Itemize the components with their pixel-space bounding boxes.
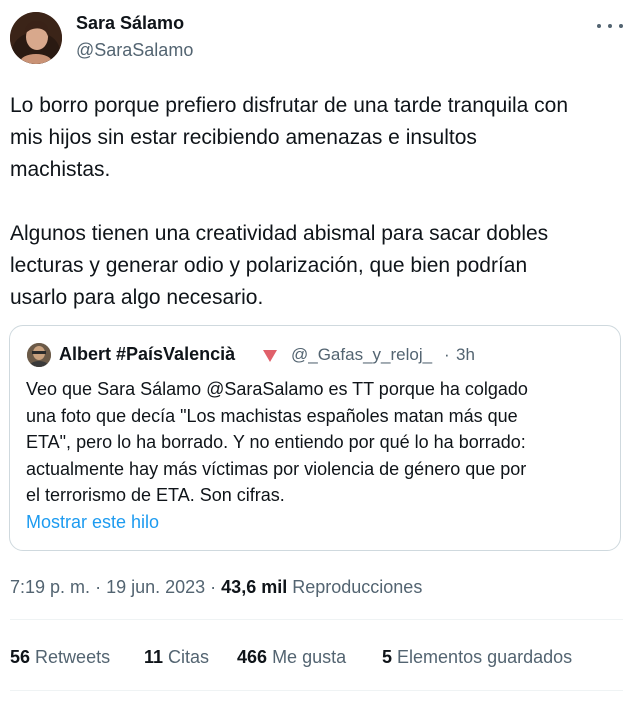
quotes-label: Citas xyxy=(168,647,210,667)
tweet-time[interactable]: 7:19 p. m. xyxy=(10,577,90,597)
quote-author-name: Albert #PaísValencià xyxy=(59,344,236,364)
quotes-count: 11 xyxy=(144,647,164,667)
retweets-count: 56 xyxy=(10,647,31,667)
likes-label: Me gusta xyxy=(272,647,347,667)
retweets-stat[interactable]: 56 Retweets xyxy=(10,647,110,668)
bookmarks-label: Elementos guardados xyxy=(397,647,573,667)
meta-separator: · xyxy=(210,577,222,597)
red-triangle-icon xyxy=(263,349,277,367)
quoted-tweet[interactable]: Albert #PaísValencià @_Gafas_y_reloj_ · … xyxy=(9,325,621,551)
quote-timestamp: 3h xyxy=(456,345,475,364)
divider xyxy=(10,690,623,691)
views-label: Reproducciones xyxy=(292,577,423,597)
divider xyxy=(10,619,623,620)
likes-count: 466 xyxy=(237,647,268,667)
quote-separator: · xyxy=(444,345,450,364)
tweet-meta: 7:19 p. m. · 19 jun. 2023 · 43,6 mil Rep… xyxy=(10,577,422,598)
bookmarks-count: 5 xyxy=(382,647,393,667)
more-dot xyxy=(608,24,612,28)
quotes-stat[interactable]: 11 Citas xyxy=(144,647,209,668)
tweet-date[interactable]: 19 jun. 2023 xyxy=(106,577,205,597)
tweet-text: Lo borro porque prefiero disfrutar de un… xyxy=(10,94,569,309)
author-avatar[interactable] xyxy=(10,12,62,64)
retweets-label: Retweets xyxy=(35,647,111,667)
likes-stat[interactable]: 466 Me gusta xyxy=(237,647,346,668)
author-name[interactable]: Sara Sálamo xyxy=(76,13,184,34)
views-count: 43,6 mil xyxy=(221,577,288,597)
more-dot xyxy=(619,24,623,28)
more-dot xyxy=(597,24,601,28)
quote-author-handle: @_Gafas_y_reloj_ xyxy=(291,345,433,364)
meta-separator: · xyxy=(95,577,107,597)
quote-author-avatar xyxy=(27,343,51,367)
author-handle[interactable]: @SaraSalamo xyxy=(76,40,193,61)
quote-text: Veo que Sara Sálamo @SaraSalamo es TT po… xyxy=(26,379,528,505)
show-thread-link[interactable]: Mostrar este hilo xyxy=(26,512,159,533)
more-options-icon[interactable] xyxy=(597,18,623,34)
bookmarks-stat[interactable]: 5 Elementos guardados xyxy=(382,647,572,668)
